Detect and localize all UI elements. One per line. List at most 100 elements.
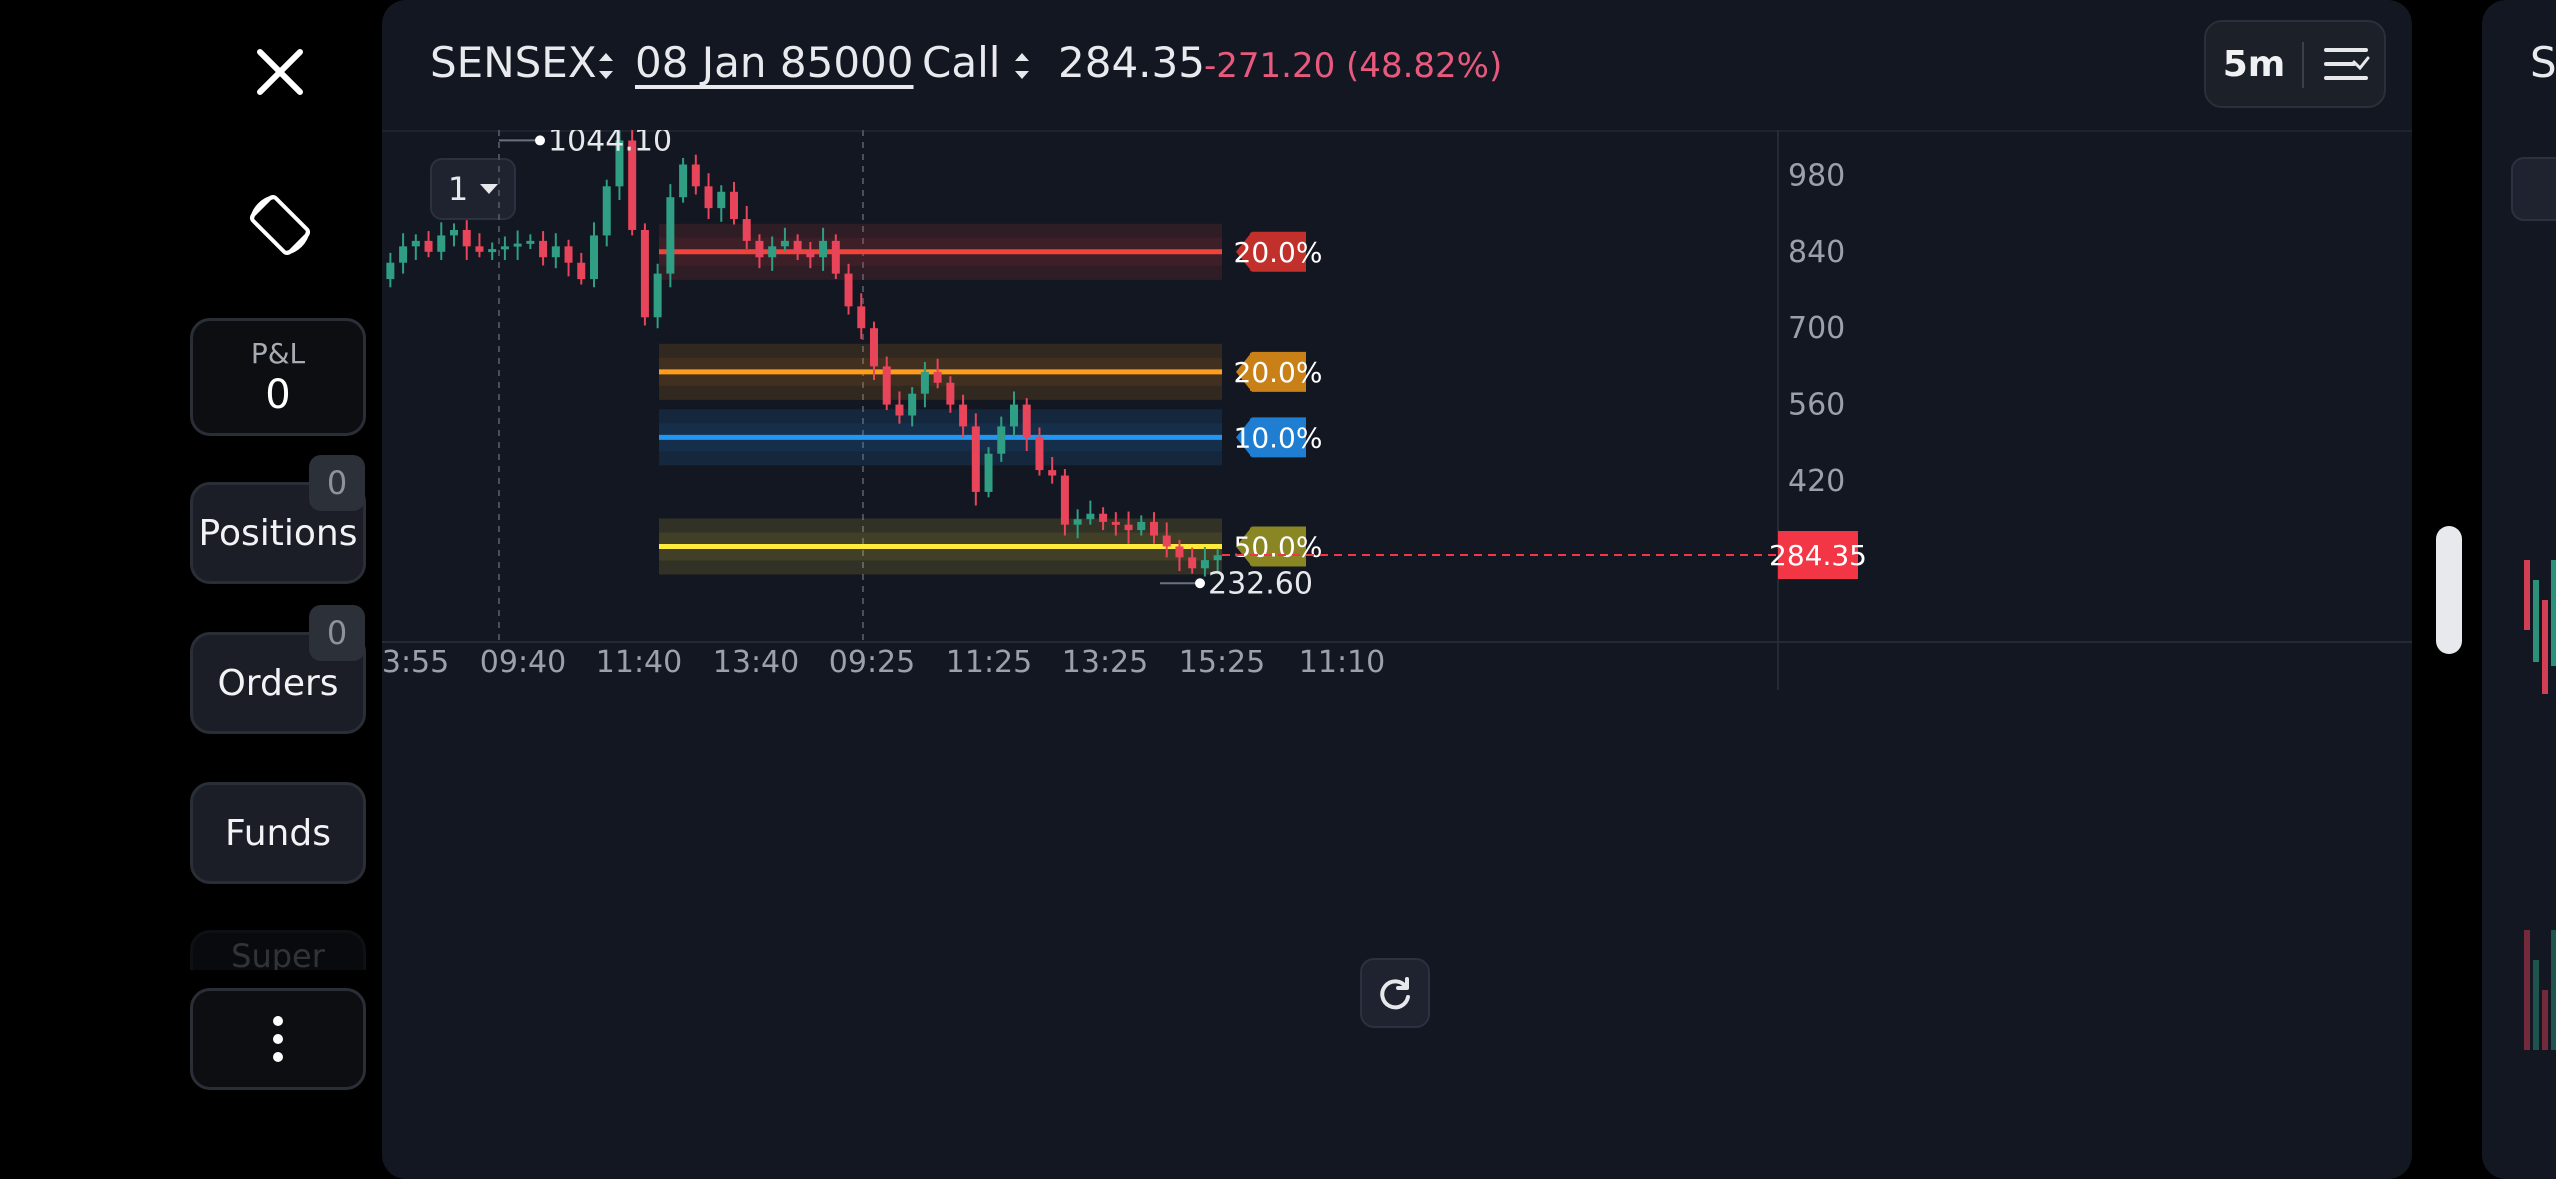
y-tick-label: 560 <box>1788 388 1845 423</box>
positions-button[interactable]: Positions 0 <box>190 455 366 584</box>
candle-body <box>539 240 548 258</box>
candle-body <box>1137 521 1146 531</box>
candle-body <box>500 246 509 250</box>
candle-body <box>730 191 738 220</box>
low-marker-dot <box>1195 578 1205 589</box>
candle-body <box>857 306 866 329</box>
zone-badge-label: 50.0% <box>1234 530 1323 563</box>
x-tick-label: 11:40 <box>596 645 682 680</box>
x-tick-label: 13:55 <box>382 645 449 680</box>
x-tick-label: 11:10 <box>1299 645 1385 680</box>
super-button[interactable]: Super <box>190 930 366 970</box>
more-options-button[interactable] <box>190 988 366 1090</box>
y-tick-label: 980 <box>1788 158 1845 193</box>
candle-body <box>653 273 662 318</box>
option-type-selector[interactable]: Call <box>922 38 1000 87</box>
candle-body <box>1048 470 1057 476</box>
secondary-candle <box>2524 560 2530 630</box>
x-tick-label: 11:25 <box>946 645 1032 680</box>
candle-body <box>1188 557 1197 569</box>
zone-layer: 20.0% 20.0% 10.0% 50.0% <box>659 223 1323 575</box>
last-traded-price: 284.35 <box>1058 38 1205 87</box>
pnl-card[interactable]: P&L 0 <box>190 318 366 436</box>
candle-body <box>1162 535 1171 547</box>
candle-body <box>640 229 649 318</box>
expiry-strike-selector[interactable]: 08 Jan 85000 <box>635 38 914 87</box>
candle-body <box>971 426 980 492</box>
candle-body <box>602 186 611 236</box>
close-button[interactable] <box>240 38 320 108</box>
chart-panel: SENSEX 08 Jan 85000 Call 284.35 -271.20 … <box>382 0 2412 1179</box>
updown-icon[interactable] <box>1010 46 1034 86</box>
candle-body <box>1150 521 1158 536</box>
x-tick-label: 09:40 <box>480 645 566 680</box>
candle-body <box>882 366 891 405</box>
refresh-icon <box>1380 977 1410 1010</box>
candle-body <box>590 235 598 280</box>
candle-body <box>1060 475 1069 525</box>
price-change: -271.20 (48.82%) <box>1204 46 1503 86</box>
low-marker-label: 232.60 <box>1208 566 1313 601</box>
orders-button[interactable]: Orders 0 <box>190 605 366 734</box>
pnl-value: 0 <box>265 371 291 418</box>
candle-body <box>806 251 815 258</box>
candle-body <box>424 240 433 252</box>
symbol-selector[interactable]: SENSEX <box>430 38 597 87</box>
secondary-candle <box>2533 580 2539 662</box>
pnl-label: P&L <box>250 336 306 370</box>
toolbar-group: 5m <box>2204 20 2386 108</box>
candle-body <box>411 240 420 247</box>
candle-body <box>399 246 408 263</box>
secondary-volume-bar <box>2542 990 2548 1050</box>
chart-header: SENSEX 08 Jan 85000 Call 284.35 -271.20 … <box>382 0 2412 132</box>
candle-body <box>946 382 955 405</box>
candle-body <box>1111 521 1120 525</box>
left-rail: P&L 0 Positions 0 Orders 0 Funds Super <box>0 0 380 1179</box>
candle-body <box>1124 524 1133 531</box>
candle-body <box>488 249 497 253</box>
candle-body <box>691 164 700 187</box>
secondary-candle <box>2542 600 2548 694</box>
candle-body <box>959 404 968 427</box>
more-vertical-icon <box>273 1016 283 1062</box>
x-tick-label: 13:40 <box>713 645 799 680</box>
refresh-button[interactable] <box>1360 958 1430 1028</box>
candle-body <box>564 246 573 263</box>
y-tick-label: 840 <box>1788 235 1845 270</box>
candle-body <box>920 371 929 394</box>
high-marker-label: 1044.10 <box>548 130 672 158</box>
positions-count-badge: 0 <box>309 455 365 511</box>
x-tick-label: 09:25 <box>829 645 915 680</box>
updown-icon[interactable] <box>594 46 618 86</box>
candle-body <box>870 328 878 367</box>
orders-label: Orders <box>217 662 339 704</box>
candle-body <box>819 240 828 258</box>
zone-badge-label: 10.0% <box>1234 421 1323 454</box>
secondary-candle <box>2551 560 2556 666</box>
candle-body <box>1213 555 1222 561</box>
candle-body <box>984 453 993 492</box>
candle-body <box>793 240 802 252</box>
candle-body <box>475 246 484 252</box>
candle-body <box>577 262 586 280</box>
secondary-volume-bar <box>2551 930 2556 1050</box>
candle-body <box>551 246 560 258</box>
funds-button[interactable]: Funds <box>190 782 366 884</box>
candle-body <box>1086 513 1095 520</box>
rotate-screen-button[interactable] <box>240 185 320 265</box>
orders-count-badge: 0 <box>309 605 365 661</box>
candle-body <box>844 273 853 307</box>
indicator-settings-button[interactable] <box>2306 22 2386 106</box>
candle-body <box>768 246 777 258</box>
candle-body <box>1099 513 1108 522</box>
candle-body <box>755 240 764 258</box>
secondary-chart-panel[interactable]: S <box>2482 0 2556 1179</box>
candle-body <box>666 197 675 274</box>
candle-body <box>895 404 904 416</box>
scroll-handle[interactable] <box>2436 526 2462 654</box>
candle-body <box>780 240 789 247</box>
candle-body <box>462 229 471 247</box>
timeframe-button[interactable]: 5m <box>2206 22 2302 106</box>
candle-body <box>831 240 840 274</box>
y-tick-label: 700 <box>1788 311 1845 346</box>
